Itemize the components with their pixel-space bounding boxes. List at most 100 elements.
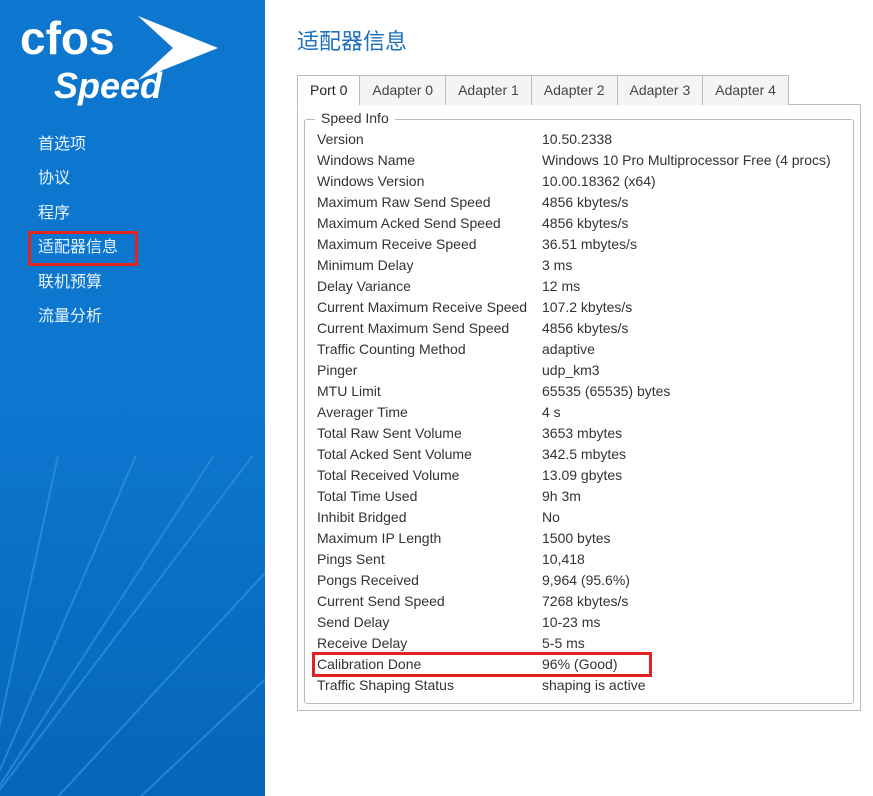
sidebar-decorative-lines <box>0 456 265 796</box>
info-value: 9,964 (95.6%) <box>538 569 845 590</box>
info-value: 10-23 ms <box>538 611 845 632</box>
info-value: 9h 3m <box>538 485 845 506</box>
tabs-bar: Port 0Adapter 0Adapter 1Adapter 2Adapter… <box>297 74 861 105</box>
info-label: Receive Delay <box>313 632 538 653</box>
table-row: Pingerudp_km3 <box>313 359 845 380</box>
info-value: 4 s <box>538 401 845 422</box>
info-value: 3 ms <box>538 254 845 275</box>
tab-adapter-3[interactable]: Adapter 3 <box>617 75 704 105</box>
info-value: 7268 kbytes/s <box>538 590 845 611</box>
info-value: 36.51 mbytes/s <box>538 233 845 254</box>
info-label: Inhibit Bridged <box>313 506 538 527</box>
tab-adapter-2[interactable]: Adapter 2 <box>531 75 618 105</box>
info-value: 65535 (65535) bytes <box>538 380 845 401</box>
table-row: Traffic Counting Methodadaptive <box>313 338 845 359</box>
table-row: Current Send Speed7268 kbytes/s <box>313 590 845 611</box>
tab-adapter-0[interactable]: Adapter 0 <box>359 75 446 105</box>
info-label: Delay Variance <box>313 275 538 296</box>
info-value: 4856 kbytes/s <box>538 212 845 233</box>
info-label: Send Delay <box>313 611 538 632</box>
brand-line2: Speed <box>54 65 163 106</box>
table-row: MTU Limit65535 (65535) bytes <box>313 380 845 401</box>
table-row: Averager Time4 s <box>313 401 845 422</box>
table-row: Windows Version10.00.18362 (x64) <box>313 170 845 191</box>
table-row: Minimum Delay3 ms <box>313 254 845 275</box>
tab-port-0[interactable]: Port 0 <box>297 75 360 105</box>
table-row: Maximum Receive Speed36.51 mbytes/s <box>313 233 845 254</box>
sidebar-item-2[interactable]: 程序 <box>0 197 265 231</box>
table-row: Send Delay10-23 ms <box>313 611 845 632</box>
sidebar-item-0[interactable]: 首选项 <box>0 128 265 162</box>
table-row: Current Maximum Send Speed4856 kbytes/s <box>313 317 845 338</box>
table-row: Windows NameWindows 10 Pro Multiprocesso… <box>313 149 845 170</box>
sidebar-item-4[interactable]: 联机预算 <box>0 266 265 300</box>
info-label: Pinger <box>313 359 538 380</box>
info-label: Current Maximum Receive Speed <box>313 296 538 317</box>
info-label: Total Raw Sent Volume <box>313 422 538 443</box>
info-value: adaptive <box>538 338 845 359</box>
sidebar-item-label: 联机预算 <box>38 274 102 291</box>
info-label: Current Send Speed <box>313 590 538 611</box>
info-label: Traffic Counting Method <box>313 338 538 359</box>
info-label: Calibration Done <box>313 653 538 674</box>
sidebar-item-1[interactable]: 协议 <box>0 162 265 196</box>
info-label: Maximum Receive Speed <box>313 233 538 254</box>
info-value: 10.50.2338 <box>538 128 845 149</box>
table-row: Receive Delay5-5 ms <box>313 632 845 653</box>
info-label: Pings Sent <box>313 548 538 569</box>
table-row: Maximum IP Length1500 bytes <box>313 527 845 548</box>
info-label: Maximum Acked Send Speed <box>313 212 538 233</box>
info-label: Windows Name <box>313 149 538 170</box>
sidebar-item-5[interactable]: 流量分析 <box>0 300 265 334</box>
table-row: Calibration Done96% (Good) <box>313 653 845 674</box>
info-value: 4856 kbytes/s <box>538 191 845 212</box>
sidebar: cfos Speed 首选项协议程序适配器信息联机预算流量分析 <box>0 0 265 796</box>
sidebar-item-label: 首选项 <box>38 136 86 153</box>
sidebar-item-label: 程序 <box>38 205 70 222</box>
table-row: Delay Variance12 ms <box>313 275 845 296</box>
table-row: Maximum Raw Send Speed4856 kbytes/s <box>313 191 845 212</box>
info-table: Version10.50.2338Windows NameWindows 10 … <box>313 128 845 695</box>
info-label: Total Time Used <box>313 485 538 506</box>
fieldset-legend: Speed Info <box>315 110 395 126</box>
info-value: 12 ms <box>538 275 845 296</box>
info-value: 13.09 gbytes <box>538 464 845 485</box>
info-value: No <box>538 506 845 527</box>
info-value: shaping is active <box>538 674 845 695</box>
info-value: 96% (Good) <box>538 653 845 674</box>
main-content: 适配器信息 Port 0Adapter 0Adapter 1Adapter 2A… <box>265 0 873 796</box>
sidebar-item-3[interactable]: 适配器信息 <box>0 231 265 265</box>
table-row: Total Raw Sent Volume3653 mbytes <box>313 422 845 443</box>
info-value: 4856 kbytes/s <box>538 317 845 338</box>
info-value: 3653 mbytes <box>538 422 845 443</box>
info-label: Minimum Delay <box>313 254 538 275</box>
table-row: Version10.50.2338 <box>313 128 845 149</box>
info-value: 1500 bytes <box>538 527 845 548</box>
info-label: Total Acked Sent Volume <box>313 443 538 464</box>
speed-info-panel: Speed Info Version10.50.2338Windows Name… <box>297 105 861 711</box>
sidebar-item-label: 协议 <box>38 170 70 187</box>
info-value: udp_km3 <box>538 359 845 380</box>
info-value: 107.2 kbytes/s <box>538 296 845 317</box>
info-value: 342.5 mbytes <box>538 443 845 464</box>
info-label: Pongs Received <box>313 569 538 590</box>
tab-adapter-1[interactable]: Adapter 1 <box>445 75 532 105</box>
speed-info-fieldset: Speed Info Version10.50.2338Windows Name… <box>304 119 854 704</box>
info-value: 10,418 <box>538 548 845 569</box>
info-value: Windows 10 Pro Multiprocessor Free (4 pr… <box>538 149 845 170</box>
table-row: Total Received Volume13.09 gbytes <box>313 464 845 485</box>
table-row: Traffic Shaping Statusshaping is active <box>313 674 845 695</box>
brand-line1: cfos <box>20 12 115 64</box>
info-label: Total Received Volume <box>313 464 538 485</box>
table-row: Maximum Acked Send Speed4856 kbytes/s <box>313 212 845 233</box>
info-value: 10.00.18362 (x64) <box>538 170 845 191</box>
table-row: Total Time Used9h 3m <box>313 485 845 506</box>
sidebar-nav: 首选项协议程序适配器信息联机预算流量分析 <box>0 128 265 334</box>
table-row: Pings Sent10,418 <box>313 548 845 569</box>
table-row: Inhibit BridgedNo <box>313 506 845 527</box>
info-label: MTU Limit <box>313 380 538 401</box>
tab-adapter-4[interactable]: Adapter 4 <box>702 75 789 105</box>
info-label: Windows Version <box>313 170 538 191</box>
table-row: Total Acked Sent Volume342.5 mbytes <box>313 443 845 464</box>
info-label: Averager Time <box>313 401 538 422</box>
